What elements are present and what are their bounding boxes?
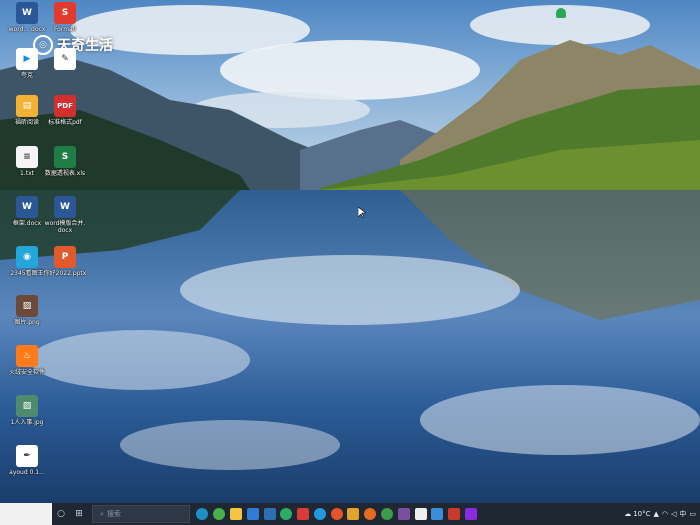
start-area[interactable] [0,503,52,525]
image-file-icon: ▨ [16,295,38,317]
desktop-icon[interactable]: PDF 标准格式pdf [43,95,87,126]
desktop-icon-label: 图片.png [14,319,40,326]
file-explorer-icon[interactable] [229,508,242,520]
volume-icon[interactable]: ◁ [671,510,676,518]
office-icon[interactable] [448,508,461,520]
desktop-icon[interactable]: ✒ ayoud 0.1... [5,445,49,476]
taskbar: ○ ⊞ ⌕ 搜索 ☁ 10°C ▲ ◠ ◁ 中 ▭ [0,503,700,525]
image-file-icon: ▨ [16,395,38,417]
weather-widget[interactable]: ☁ 10°C [624,510,650,518]
weather-temp: 10°C [633,510,651,518]
tray-bell-icon[interactable] [556,8,566,18]
search-input[interactable]: ⌕ 搜索 [92,505,190,523]
desktop-icon-label: 火绒安全软件 [8,369,45,376]
system-tray: ☁ 10°C ▲ ◠ ◁ 中 ▭ [624,509,700,519]
desktop-icon[interactable]: ✎ [43,48,87,72]
desktop-icon-label: 标准格式pdf [48,119,82,126]
desktop-icon-label: 夸克 [20,72,33,79]
premiere-icon[interactable] [397,508,410,520]
photoshop-icon[interactable] [263,508,276,520]
desktop-icon-label: word模版合并.docx [44,220,86,234]
desktop-icon-label: 1.txt [20,170,34,177]
chrome-icon[interactable] [380,508,393,520]
desktop-icon[interactable]: ▨ 图片.png [5,295,49,326]
cloud-icon: ☁ [624,510,632,518]
word-doc-icon: W [16,196,38,218]
desktop-icon-label: 福昕阅读 [14,119,39,126]
desktop-icon-label: 你好2022.pptx [43,270,87,277]
qq-icon[interactable] [313,508,326,520]
desktop-icon-label: 数据透视表.xls [44,170,86,177]
input-method-icon[interactable]: 中 [679,509,686,519]
desktop-icon-label: word... docx [8,26,46,33]
presentation-icon: P [54,246,76,268]
edge-icon[interactable] [196,508,209,520]
firefox-icon[interactable] [364,508,377,520]
pen-icon: ✒ [16,445,38,467]
search-icon: ⌕ [100,509,104,518]
notification-icon[interactable]: ▭ [689,510,696,518]
desktop-icon[interactable]: S Formall [43,2,87,33]
desktop-icon-label: Formall [53,26,77,33]
cortana-icon[interactable]: ○ [52,503,70,525]
search-placeholder: 搜索 [106,510,121,518]
store-icon[interactable] [246,508,259,520]
wifi-icon[interactable]: ◠ [662,510,668,518]
pen-icon: ✎ [54,48,76,70]
folder-icon: ▤ [16,95,38,117]
wps-icon[interactable] [297,508,310,520]
browser-icon[interactable] [330,508,343,520]
app-icon[interactable] [414,508,427,520]
video-player-icon[interactable] [431,508,444,520]
flame-icon: ♨ [16,345,38,367]
desktop-icon-label: 2345看图王 [10,270,44,277]
desktop-icon[interactable]: ▨ 1人入事.jpg [5,395,49,426]
chevron-up-icon[interactable]: ▲ [653,510,658,518]
desktop-icon[interactable]: S 数据透视表.xls [43,146,87,177]
desktop-icon-label: 框架.docx [12,220,42,227]
play-icon: ▶ [16,48,38,70]
word-doc-icon: W [54,196,76,218]
mouse-cursor-icon [358,207,366,218]
premiere-pro-icon[interactable] [464,508,477,520]
pdf-icon: PDF [54,95,76,117]
spreadsheet-icon: S [54,146,76,168]
app-icon: S [54,2,76,24]
task-view-icon[interactable]: ⊞ [70,503,88,525]
desktop-icon-label: 1人入事.jpg [10,419,44,426]
wechat-icon[interactable] [280,508,293,520]
word-doc-icon: W [16,2,38,24]
desktop-wallpaper [0,0,700,503]
text-file-icon: ≡ [16,146,38,168]
image-viewer-icon: ◉ [16,246,38,268]
desktop-icon[interactable]: ♨ 火绒安全软件 [5,345,49,376]
desktop-icon[interactable]: P 你好2022.pptx [43,246,87,277]
desktop-icon[interactable]: W word模版合并.docx [43,196,87,234]
folder-icon[interactable] [347,508,360,520]
desktop-icon-label: ayoud 0.1... [9,469,45,476]
browser-360-icon[interactable] [213,508,226,520]
